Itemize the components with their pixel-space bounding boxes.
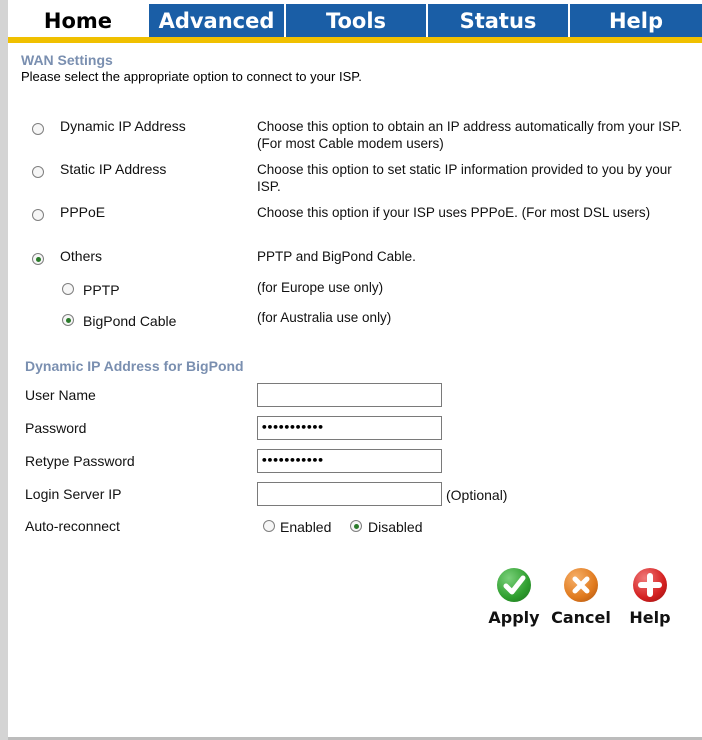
tab-help[interactable]: Help: [570, 4, 702, 37]
radio-dynamic-ip[interactable]: [32, 123, 44, 135]
radio-auto-reconnect-disabled[interactable]: [350, 520, 362, 532]
option-desc-pppoe: Choose this option if your ISP uses PPPo…: [257, 205, 651, 220]
password-label: Password: [25, 420, 87, 436]
option-label-others: Others: [60, 248, 103, 264]
user-name-input[interactable]: [257, 383, 442, 407]
check-icon: [497, 568, 531, 602]
radio-static-ip[interactable]: [32, 166, 44, 178]
password-input[interactable]: •••••••••••: [257, 416, 442, 440]
apply-button[interactable]: Apply: [484, 568, 544, 630]
cancel-label: Cancel: [551, 608, 611, 627]
cancel-x-icon: [564, 568, 598, 602]
radio-pppoe[interactable]: [32, 209, 44, 221]
radio-others[interactable]: [32, 253, 44, 265]
help-button[interactable]: Help: [620, 568, 680, 630]
retype-password-input[interactable]: •••••••••••: [257, 449, 442, 473]
auto-reconnect-label: Auto-reconnect: [25, 518, 120, 534]
sub-option-label-bigpond: BigPond Cable: [83, 313, 177, 329]
auto-reconnect-enabled-label: Enabled: [280, 519, 332, 535]
auto-reconnect-disabled-label: Disabled: [368, 519, 423, 535]
section-subtitle: Please select the appropriate option to …: [21, 69, 362, 84]
option-label-static-ip: Static IP Address: [60, 161, 167, 177]
apply-label: Apply: [488, 608, 540, 627]
help-label: Help: [629, 608, 671, 627]
option-desc-dynamic-ip: Choose this option to obtain an IP addre…: [257, 119, 682, 151]
radio-pptp[interactable]: [62, 283, 74, 295]
option-desc-others: PPTP and BigPond Cable.: [257, 249, 416, 264]
wan-settings-page: Home Advanced Tools Status Help WAN Sett…: [8, 0, 702, 740]
option-desc-static-ip: Choose this option to set static IP info…: [257, 162, 672, 194]
sub-option-label-pptp: PPTP: [83, 282, 120, 298]
login-server-optional-note: (Optional): [446, 487, 508, 503]
tab-advanced[interactable]: Advanced: [149, 4, 284, 37]
section-title-bigpond: Dynamic IP Address for BigPond: [25, 358, 244, 374]
sub-option-desc-bigpond: (for Australia use only): [257, 310, 392, 325]
section-title-wan: WAN Settings: [21, 52, 113, 68]
top-nav-tabs: Home Advanced Tools Status Help: [8, 0, 702, 40]
tab-home[interactable]: Home: [8, 4, 148, 37]
radio-bigpond-cable[interactable]: [62, 314, 74, 326]
left-frame-strip: [0, 0, 8, 740]
tab-status[interactable]: Status: [428, 4, 568, 37]
option-label-pppoe: PPPoE: [60, 204, 106, 220]
radio-auto-reconnect-enabled[interactable]: [263, 520, 275, 532]
login-server-ip-label: Login Server IP: [25, 486, 122, 502]
cancel-button[interactable]: Cancel: [551, 568, 611, 630]
help-plus-icon: [633, 568, 667, 602]
tab-underline: [8, 37, 702, 43]
option-label-dynamic-ip: Dynamic IP Address: [60, 118, 186, 134]
retype-password-label: Retype Password: [25, 453, 135, 469]
tab-tools[interactable]: Tools: [286, 4, 426, 37]
login-server-ip-input[interactable]: [257, 482, 442, 506]
sub-option-desc-pptp: (for Europe use only): [257, 280, 384, 295]
user-name-label: User Name: [25, 387, 96, 403]
